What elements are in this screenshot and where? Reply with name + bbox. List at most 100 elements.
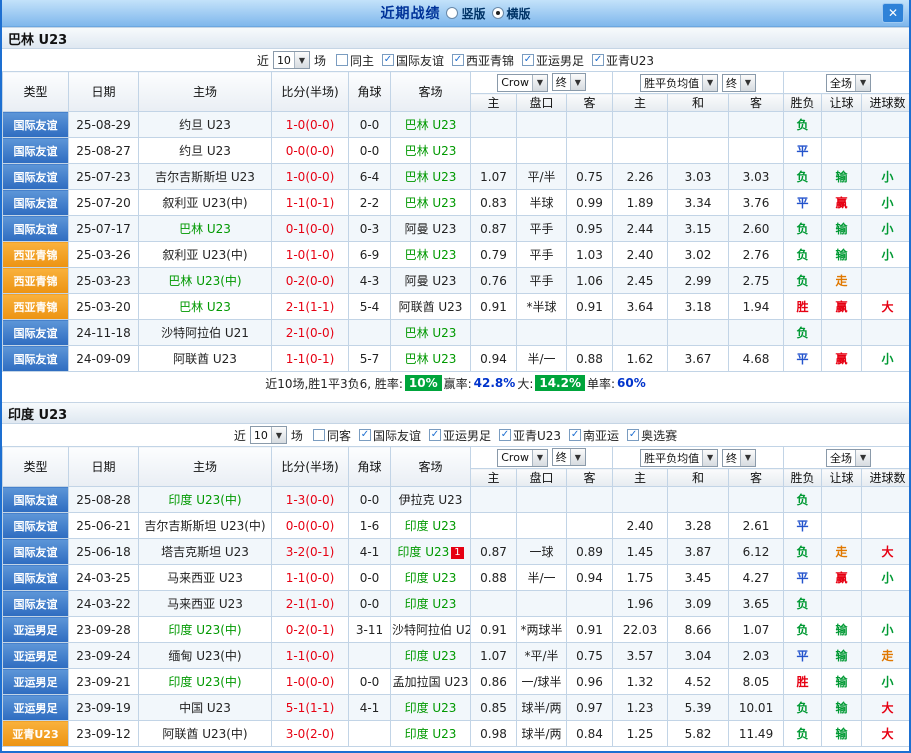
checkbox-checked-icon[interactable]: ✓ bbox=[592, 54, 604, 66]
checkbox-checked-icon[interactable]: ✓ bbox=[569, 429, 581, 441]
checkbox-checked-icon[interactable]: ✓ bbox=[627, 429, 639, 441]
odds-final-select[interactable]: 终▼ bbox=[552, 73, 586, 91]
checkbox-label: 南亚运 bbox=[583, 427, 619, 444]
avg-home: 1.62 bbox=[613, 346, 668, 372]
odds-away: 0.84 bbox=[567, 721, 613, 747]
avg-odds-select[interactable]: 胜平负均值▼ bbox=[640, 74, 718, 92]
checkbox-checked-icon[interactable]: ✓ bbox=[499, 429, 511, 441]
summary-stats: 近10场,胜1平3负6, 胜率:10% 赢率:42.8% 大:14.2% 单率:… bbox=[2, 372, 909, 394]
checkbox-checked-icon[interactable]: ✓ bbox=[522, 54, 534, 66]
goals-result-cell: 小 bbox=[862, 242, 911, 268]
bookmaker-select[interactable]: Crow▼ bbox=[497, 449, 548, 467]
stat-segment: 14.2% bbox=[535, 375, 585, 391]
home-team: 阿联酋 U23 bbox=[139, 346, 272, 372]
away-team: 巴林 U23 bbox=[391, 112, 471, 138]
odds-line bbox=[517, 112, 567, 138]
close-button[interactable]: ✕ bbox=[882, 3, 904, 23]
odds-home: 1.07 bbox=[471, 164, 517, 190]
avg-home: 1.96 bbox=[613, 591, 668, 617]
chevron-down-icon: ▼ bbox=[702, 450, 717, 466]
corner-score: 4-1 bbox=[349, 695, 391, 721]
odds-final-select[interactable]: 终▼ bbox=[552, 448, 586, 466]
corner-score: 0-0 bbox=[349, 591, 391, 617]
avg-home bbox=[613, 320, 668, 346]
avg-home: 2.45 bbox=[613, 268, 668, 294]
home-team: 塔吉克斯坦 U23 bbox=[139, 539, 272, 565]
avg-away: 3.03 bbox=[729, 164, 784, 190]
filter-checkbox[interactable]: ✓国际友谊 bbox=[382, 52, 444, 69]
filter-checkbox[interactable]: ✓亚运男足 bbox=[429, 427, 491, 444]
avg-draw: 3.18 bbox=[668, 294, 729, 320]
checkbox-unchecked-icon[interactable] bbox=[313, 429, 325, 441]
checkbox-label: 西亚青锦 bbox=[466, 52, 514, 69]
scope-select[interactable]: 全场▼ bbox=[826, 74, 871, 92]
subcol-avg-home: 主 bbox=[613, 469, 668, 487]
scope-select[interactable]: 全场▼ bbox=[826, 449, 871, 467]
odds-line: 平手 bbox=[517, 216, 567, 242]
odds-line: *平/半 bbox=[517, 643, 567, 669]
match-row: 国际友谊25-08-27约旦 U230-0(0-0)0-0巴林 U23平 bbox=[3, 138, 911, 164]
subcol-avg-home: 主 bbox=[613, 94, 668, 112]
odds-line bbox=[517, 320, 567, 346]
match-date: 25-06-21 bbox=[69, 513, 139, 539]
odds-home bbox=[471, 112, 517, 138]
avg-odds-select[interactable]: 胜平负均值▼ bbox=[640, 449, 718, 467]
bookmaker-select[interactable]: Crow▼ bbox=[497, 74, 548, 92]
stat-segment: 单率: bbox=[587, 375, 615, 392]
match-count-select[interactable]: 10 ▼ bbox=[273, 51, 310, 69]
odds-line bbox=[517, 138, 567, 164]
layout-option-horizontal[interactable]: 横版 bbox=[492, 5, 531, 22]
filter-checkbox[interactable]: ✓西亚青锦 bbox=[452, 52, 514, 69]
corner-score: 0-3 bbox=[349, 216, 391, 242]
match-date: 25-08-29 bbox=[69, 112, 139, 138]
avg-draw: 3.28 bbox=[668, 513, 729, 539]
filter-checkbox[interactable]: ✓国际友谊 bbox=[359, 427, 421, 444]
checkbox-unchecked-icon[interactable] bbox=[336, 54, 348, 66]
odds-line: *半球 bbox=[517, 294, 567, 320]
filter-checkbox[interactable]: ✓亚青U23 bbox=[499, 427, 561, 444]
checkbox-checked-icon[interactable]: ✓ bbox=[359, 429, 371, 441]
filter-checkbox[interactable]: 同客 bbox=[313, 427, 351, 444]
handicap-result-cell: 走 bbox=[822, 539, 862, 565]
score: 1-1(0-1) bbox=[272, 346, 349, 372]
subcol-handicap: 让球 bbox=[822, 469, 862, 487]
home-team: 印度 U23(中) bbox=[139, 669, 272, 695]
odds-home: 1.07 bbox=[471, 643, 517, 669]
avg-away: 8.05 bbox=[729, 669, 784, 695]
avg-final-select[interactable]: 终▼ bbox=[722, 74, 756, 92]
avg-away bbox=[729, 320, 784, 346]
odds-home: 0.87 bbox=[471, 539, 517, 565]
filter-checkbox[interactable]: ✓奥选赛 bbox=[627, 427, 677, 444]
handicap-result-cell bbox=[822, 138, 862, 164]
filter-checkbox[interactable]: ✓南亚运 bbox=[569, 427, 619, 444]
checkbox-label: 亚青U23 bbox=[513, 427, 561, 444]
avg-controls: 胜平负均值▼ 终▼ bbox=[613, 447, 784, 469]
match-type-badge: 西亚青锦 bbox=[3, 294, 69, 320]
filter-checkbox[interactable]: 同主 bbox=[336, 52, 374, 69]
checkbox-checked-icon[interactable]: ✓ bbox=[452, 54, 464, 66]
filter-checkbox[interactable]: ✓亚青U23 bbox=[592, 52, 654, 69]
score: 1-0(0-0) bbox=[272, 112, 349, 138]
filter-checkbox[interactable]: ✓亚运男足 bbox=[522, 52, 584, 69]
goals-result-cell bbox=[862, 487, 911, 513]
filter-prefix: 近 bbox=[234, 427, 246, 444]
match-count-select[interactable]: 10 ▼ bbox=[250, 426, 287, 444]
checkbox-label: 国际友谊 bbox=[373, 427, 421, 444]
odds-away bbox=[567, 112, 613, 138]
match-type-badge: 国际友谊 bbox=[3, 190, 69, 216]
avg-away bbox=[729, 112, 784, 138]
radio-icon[interactable] bbox=[446, 7, 458, 19]
recent-results-window: 近期战绩 竖版 横版 ✕ 巴林 U23 近 10 ▼ 场 同主✓国际友谊✓西 bbox=[0, 0, 911, 753]
avg-final-select[interactable]: 终▼ bbox=[722, 449, 756, 467]
layout-option-vertical[interactable]: 竖版 bbox=[446, 5, 485, 22]
checkbox-checked-icon[interactable]: ✓ bbox=[382, 54, 394, 66]
avg-away: 4.27 bbox=[729, 565, 784, 591]
match-date: 23-09-21 bbox=[69, 669, 139, 695]
home-team: 巴林 U23(中) bbox=[139, 268, 272, 294]
filter-checkbox-group: 同客✓国际友谊✓亚运男足✓亚青U23✓南亚运✓奥选赛 bbox=[313, 427, 677, 444]
radio-icon[interactable] bbox=[492, 7, 504, 19]
result-cell: 负 bbox=[784, 216, 822, 242]
checkbox-checked-icon[interactable]: ✓ bbox=[429, 429, 441, 441]
match-type-badge: 国际友谊 bbox=[3, 591, 69, 617]
away-team: 沙特阿拉伯 U23 bbox=[391, 617, 471, 643]
